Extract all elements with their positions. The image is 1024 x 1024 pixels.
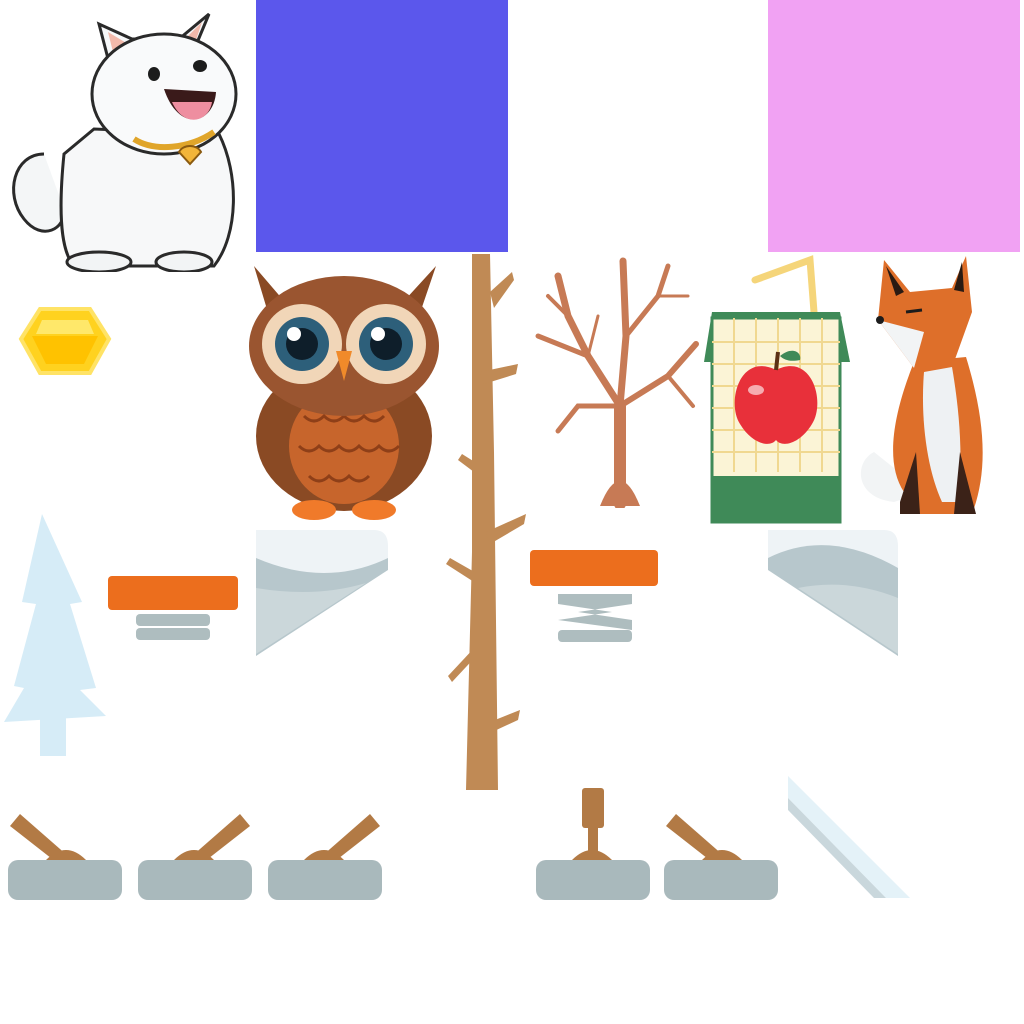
pink-swatch (768, 0, 1020, 252)
pine-icon (0, 512, 110, 756)
gem-icon (18, 306, 112, 376)
blue-swatch (256, 0, 508, 252)
lever-icon (534, 786, 652, 900)
fox-icon (854, 252, 994, 524)
tree-icon (528, 256, 702, 508)
trunk-icon (440, 252, 530, 792)
slope-icon (768, 528, 898, 658)
dog-icon (4, 4, 244, 272)
owl-icon (244, 256, 444, 522)
lever-icon (266, 804, 384, 900)
slope-icon (256, 528, 388, 658)
juice-box-icon (700, 252, 854, 526)
sprite-sheet (0, 0, 1024, 1024)
spring-icon (528, 548, 660, 644)
spring-icon (106, 574, 240, 644)
lever-icon (6, 804, 124, 900)
lever-icon (136, 804, 254, 900)
ramp-icon (786, 774, 914, 900)
lever-icon (662, 804, 780, 900)
